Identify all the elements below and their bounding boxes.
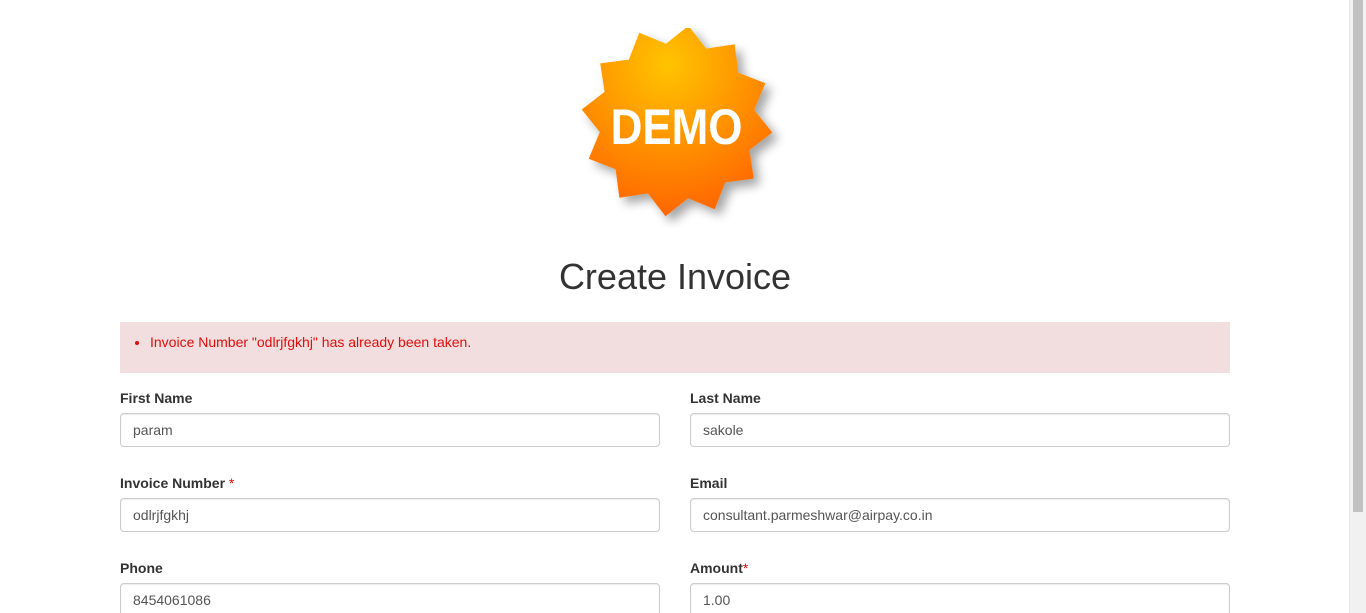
last-name-group: Last Name bbox=[690, 389, 1230, 447]
invoice-number-input[interactable] bbox=[120, 498, 660, 532]
page-title: Create Invoice bbox=[558, 256, 792, 297]
page: DEMO Create Invoice Invoice Number "odlr… bbox=[0, 0, 1366, 613]
first-name-group: First Name bbox=[120, 389, 660, 447]
vertical-scrollbar[interactable] bbox=[1349, 0, 1366, 613]
amount-input[interactable] bbox=[690, 583, 1230, 613]
required-mark: * bbox=[742, 560, 749, 576]
phone-label: Phone bbox=[120, 560, 163, 576]
scrollbar-thumb[interactable] bbox=[1353, 0, 1363, 512]
first-name-input[interactable] bbox=[120, 413, 660, 447]
last-name-label: Last Name bbox=[690, 390, 761, 406]
invoice-number-group: Invoice Number * bbox=[120, 474, 660, 532]
error-list: Invoice Number "odlrjfgkhj" has already … bbox=[135, 333, 1215, 351]
phone-group: Phone bbox=[120, 559, 660, 613]
amount-label: Amount* bbox=[690, 560, 749, 576]
error-alert: Invoice Number "odlrjfgkhj" has already … bbox=[120, 322, 1230, 373]
email-group: Email bbox=[690, 474, 1230, 532]
email-label: Email bbox=[690, 475, 728, 491]
amount-group: Amount* bbox=[690, 559, 1230, 613]
last-name-input[interactable] bbox=[690, 413, 1230, 447]
phone-input[interactable] bbox=[120, 583, 660, 613]
demo-logo: DEMO bbox=[578, 25, 792, 228]
email-input[interactable] bbox=[690, 498, 1230, 532]
error-message: Invoice Number "odlrjfgkhj" has already … bbox=[150, 333, 1215, 351]
logo-text: DEMO bbox=[611, 98, 743, 154]
demo-badge-icon: DEMO bbox=[581, 25, 773, 217]
invoice-number-label: Invoice Number * bbox=[120, 475, 235, 491]
required-mark: * bbox=[228, 475, 235, 491]
first-name-label: First Name bbox=[120, 390, 193, 406]
